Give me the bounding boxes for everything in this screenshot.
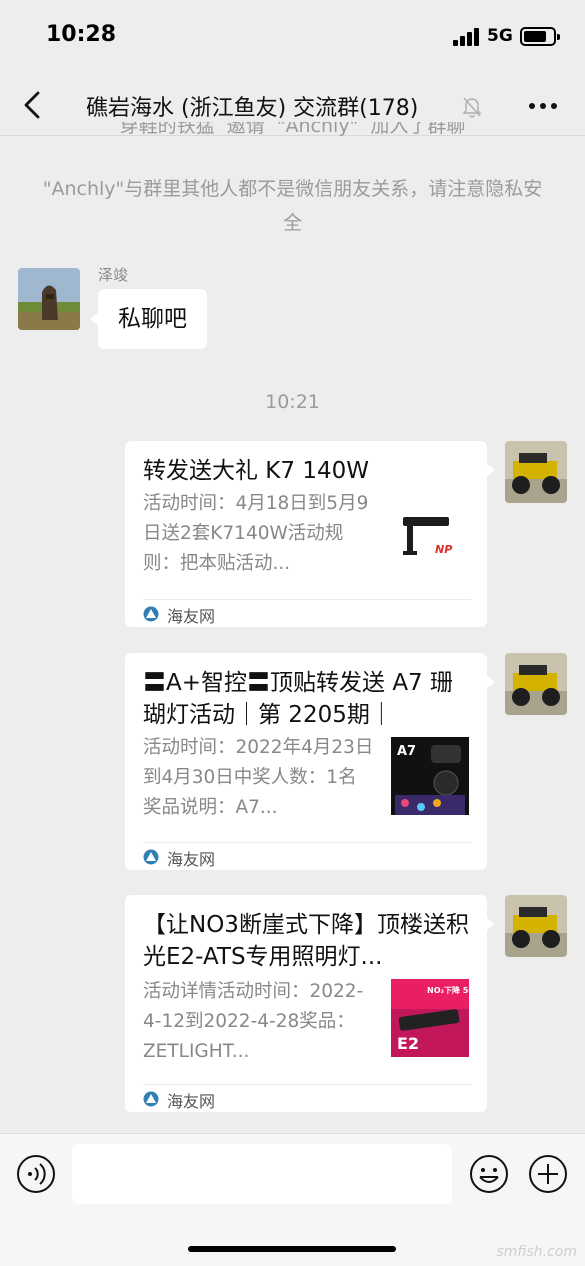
card-description: 活动时间：2022年4月23日到4月30日中奖人数：1名奖品说明：A7... <box>143 737 374 818</box>
card-footer: 海友网 <box>143 842 471 870</box>
card-title: 〓A+智控〓顶贴转发送 A7 珊 瑚灯活动｜第 2205期｜ <box>143 670 453 728</box>
thumb-sub: NO₃下降 50不要用 <box>427 985 469 995</box>
back-arrow-icon[interactable] <box>16 88 50 122</box>
message-timestamp: 10:21 <box>265 391 320 413</box>
a7-product-thumbnail-icon: A7 <box>391 737 469 815</box>
battery-icon <box>520 27 560 46</box>
card-source: 海友网 <box>167 1092 216 1111</box>
plus-icon[interactable] <box>528 1154 568 1194</box>
my-avatar[interactable] <box>505 653 567 715</box>
message-bubble[interactable]: 私聊吧 <box>90 289 207 349</box>
sender-name: 泽竣 <box>98 266 129 284</box>
source-logo-icon <box>143 606 159 622</box>
thumb-label: A7 <box>397 744 416 759</box>
card-description: 活动详情活动时间：2022-4-12到2022-4-28奖品：ZETLIGHT.… <box>143 981 364 1062</box>
e2-light-thumbnail-icon: NO₃下降 50不要用 E2 <box>391 979 469 1057</box>
card-footer: 海友网 <box>143 1084 471 1112</box>
system-message-privacy: "Anchly"与群里其他人都不是微信朋友关系，请注意隐私安全 <box>42 178 543 234</box>
status-bar: 10:28 5G <box>0 0 585 72</box>
card-source: 海友网 <box>167 850 216 869</box>
card-source: 海友网 <box>167 607 216 626</box>
home-indicator <box>188 1246 396 1252</box>
watermark: smfish.com <box>496 1244 578 1260</box>
source-logo-icon <box>143 849 159 865</box>
cellular-signal-icon <box>453 28 481 46</box>
thumb-label: E2 <box>397 1034 419 1053</box>
k7-lamp-thumbnail-icon: NP <box>391 501 469 579</box>
muted-bell-icon <box>462 97 482 118</box>
voice-input-icon[interactable] <box>16 1154 56 1194</box>
chat-title: 礁岩海水 (浙江鱼友) 交流群(178) <box>86 96 419 121</box>
status-time: 10:28 <box>46 22 117 47</box>
message-input[interactable] <box>72 1144 452 1204</box>
emoji-icon[interactable] <box>469 1154 509 1194</box>
card-description: 活动时间：4月18日到5月9日送2套K7140W活动规则：把本贴活动... <box>143 493 369 574</box>
card-title: 【让NO3断崖式下降】顶楼送积光E2-ATS专用照明灯... <box>143 912 469 970</box>
card-footer: 海友网 <box>143 599 471 627</box>
more-options-icon[interactable] <box>526 90 560 120</box>
my-avatar[interactable] <box>505 895 567 957</box>
link-card[interactable]: 〓A+智控〓顶贴转发送 A7 珊 瑚灯活动｜第 2205期｜ 活动时间：2022… <box>125 653 495 870</box>
system-message-invite: 穿鞋的铁猛 邀请 "Anchly" 加入了群聊 <box>119 122 466 137</box>
card-title: 转发送大礼 K7 140W <box>143 458 369 484</box>
network-type: 5G <box>487 26 513 46</box>
thumb-label: NP <box>435 543 452 556</box>
link-card[interactable]: 转发送大礼 K7 140W 活动时间：4月18日到5月9日送2套K7140W活动… <box>125 441 495 627</box>
my-avatar[interactable] <box>505 441 567 503</box>
source-logo-icon <box>143 1091 159 1107</box>
link-card[interactable]: 【让NO3断崖式下降】顶楼送积光E2-ATS专用照明灯... 活动详情活动时间：… <box>125 895 495 1112</box>
sender-avatar[interactable] <box>18 268 80 330</box>
